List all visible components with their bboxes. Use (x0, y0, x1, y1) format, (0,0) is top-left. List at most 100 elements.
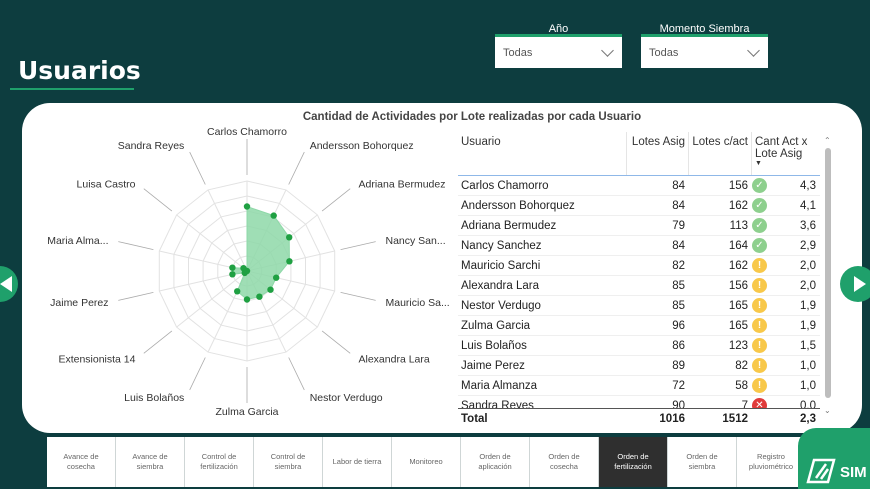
nav-button[interactable]: Avance de siembra (116, 437, 185, 487)
status-warn-icon: ! (752, 318, 767, 333)
cell-usuario: Carlos Chamorro (461, 179, 549, 192)
logo-mark-icon (806, 458, 836, 484)
header-lotes-cact[interactable]: Lotes c/act (688, 132, 751, 175)
table-row[interactable]: Andersson Bohorquez 84 162 ✓ 4,1 (458, 196, 820, 216)
radar-data-point (243, 203, 251, 210)
next-page-button[interactable] (840, 266, 870, 302)
cell-lotes-asig: 84 (672, 199, 685, 212)
radar-data-point (267, 286, 274, 293)
cell-usuario: Jaime Perez (461, 359, 525, 372)
table-row[interactable]: Alexandra Lara 85 156! 2,0 (458, 276, 820, 296)
cell-lotes-asig: 85 (672, 299, 685, 312)
radar-data-point (243, 267, 251, 275)
table-row[interactable]: Nancy Sanchez 84 164 ✓ 2,9 (458, 236, 820, 256)
nav-button[interactable]: Orden de aplicación (461, 437, 530, 487)
nav-button[interactable]: Orden de siembra (668, 437, 737, 487)
nav-button[interactable]: Labor de tierra (323, 437, 392, 487)
radar-category-label: Luisa Castro (77, 179, 136, 191)
table-row[interactable]: Carlos Chamorro 84 156 ✓ 4,3 (458, 176, 820, 196)
cell-lotes-cact: 58 (735, 379, 748, 392)
radar-category-label: Sandra Reyes (118, 140, 185, 152)
cell-cant-act: ! 2,0 (751, 258, 820, 273)
cell-cant-act-value: 4,3 (800, 179, 816, 192)
filter-ano[interactable]: Año Todas (495, 24, 622, 68)
header-cant-act[interactable]: Cant Act x Lote Asig ▼ (751, 132, 820, 175)
status-ok-icon: ✓ (752, 238, 767, 253)
cell-cant-act: ✓ 4,1 (751, 198, 820, 213)
cell-cant-act-value: 0,0 (800, 399, 816, 409)
cell-lotes-cact: 162 (728, 199, 748, 212)
radar-leader-line (340, 241, 376, 250)
cell-usuario: Maria Almanza (461, 379, 538, 392)
cell-cant-act-value: 1,5 (800, 339, 816, 352)
arrow-left-icon (0, 276, 12, 292)
table-header: Usuario Lotes Asig Lotes c/act Cant Act … (458, 132, 820, 176)
cell-usuario: Luis Bolaños (461, 339, 527, 352)
cell-cant-act: ✓ 3,6 (751, 218, 820, 233)
filter-momento-siembra[interactable]: Momento Siembra Todas (641, 24, 768, 68)
scroll-thumb[interactable] (825, 148, 831, 398)
cell-lotes-asig: 86 (672, 339, 685, 352)
cell-cant-act-value: 2,9 (800, 239, 816, 252)
nav-button[interactable]: Orden de fertilización (599, 437, 668, 487)
table-scrollbar[interactable]: ⌃ ⌄ (824, 136, 832, 418)
radar-category-label: Jaime Perez (50, 297, 108, 309)
chevron-down-icon (601, 44, 614, 57)
nav-button[interactable]: Avance de cosecha (47, 437, 116, 487)
radar-category-label: Zulma Garcia (215, 406, 278, 418)
table-row[interactable]: Adriana Bermudez 79 113 ✓ 3,6 (458, 216, 820, 236)
cell-usuario: Adriana Bermudez (461, 219, 557, 232)
table-row[interactable]: Sandra Reyes 90 7 ✕ 0,0 (458, 396, 820, 408)
table-row[interactable]: Maria Almanza 72 58! 1,0 (458, 376, 820, 396)
cell-lotes-cact: 156 (728, 279, 748, 292)
header-cant-act-label: Cant Act x Lote Asig (755, 136, 808, 160)
scroll-down-icon[interactable]: ⌄ (824, 406, 831, 415)
table-row[interactable]: Luis Bolaños 86 123! 1,5 (458, 336, 820, 356)
scroll-up-icon[interactable]: ⌃ (824, 136, 831, 145)
page-title: Usuarios (18, 56, 141, 85)
status-ok-icon: ✓ (752, 178, 767, 193)
header-usuario[interactable]: Usuario (458, 132, 626, 175)
radar-data-point (243, 296, 251, 303)
filter-momento-dropdown[interactable]: Todas (641, 41, 768, 65)
nav-button[interactable]: Registro pluviométrico (737, 437, 806, 487)
cell-cant-act: ✓ 4,3 (751, 178, 820, 193)
cell-cant-act-value: 1,9 (800, 319, 816, 332)
radar-category-label: Mauricio Sa... (386, 297, 450, 309)
filter-momento-label: Momento Siembra (641, 24, 768, 37)
radar-category-label: Nestor Verdugo (310, 392, 383, 404)
cell-cant-act: ! 1,9 (751, 318, 820, 333)
filter-ano-dropdown[interactable]: Todas (495, 41, 622, 65)
nav-button[interactable]: Monitoreo (392, 437, 461, 487)
table-row[interactable]: Nestor Verdugo 85 165! 1,9 (458, 296, 820, 316)
status-ok-icon: ✓ (752, 198, 767, 213)
status-warn-icon: ! (752, 258, 767, 273)
radar-data-point (234, 288, 241, 295)
nav-button[interactable]: Control de siembra (254, 437, 323, 487)
table-row[interactable]: Jaime Perez 89 82! 1,0 (458, 356, 820, 376)
table-row[interactable]: Mauricio Sarchi 82 162! 2,0 (458, 256, 820, 276)
radar-category-label: Andersson Bohorquez (310, 140, 414, 152)
radar-leader-line (118, 292, 154, 301)
radar-data-point (273, 274, 280, 281)
status-ok-icon: ✓ (752, 218, 767, 233)
cell-usuario: Andersson Bohorquez (461, 199, 575, 212)
nav-button[interactable]: Orden de cosecha (530, 437, 599, 487)
status-bad-icon: ✕ (752, 398, 767, 408)
nav-button[interactable]: Control de fertilización (185, 437, 254, 487)
page-navbar: Avance de cosecha Avance de siembra Contro… (47, 437, 806, 487)
cell-cant-act: ! 1,5 (751, 338, 820, 353)
cell-lotes-asig: 84 (672, 239, 685, 252)
radar-spoke (207, 189, 248, 272)
logo: SIM (798, 428, 870, 489)
cell-lotes-asig: 79 (672, 219, 685, 232)
cell-cant-act: ! 1,9 (751, 298, 820, 313)
cell-cant-act-value: 4,1 (800, 199, 816, 212)
header-lotes-asig[interactable]: Lotes Asig (626, 132, 688, 175)
status-warn-icon: ! (752, 378, 767, 393)
table-row[interactable]: Zulma Garcia 96 165! 1,9 (458, 316, 820, 336)
cell-lotes-cact: 123 (728, 339, 748, 352)
cell-usuario: Mauricio Sarchi (461, 259, 541, 272)
cell-lotes-cact: 156 (728, 179, 748, 192)
previous-page-button[interactable] (0, 266, 18, 302)
